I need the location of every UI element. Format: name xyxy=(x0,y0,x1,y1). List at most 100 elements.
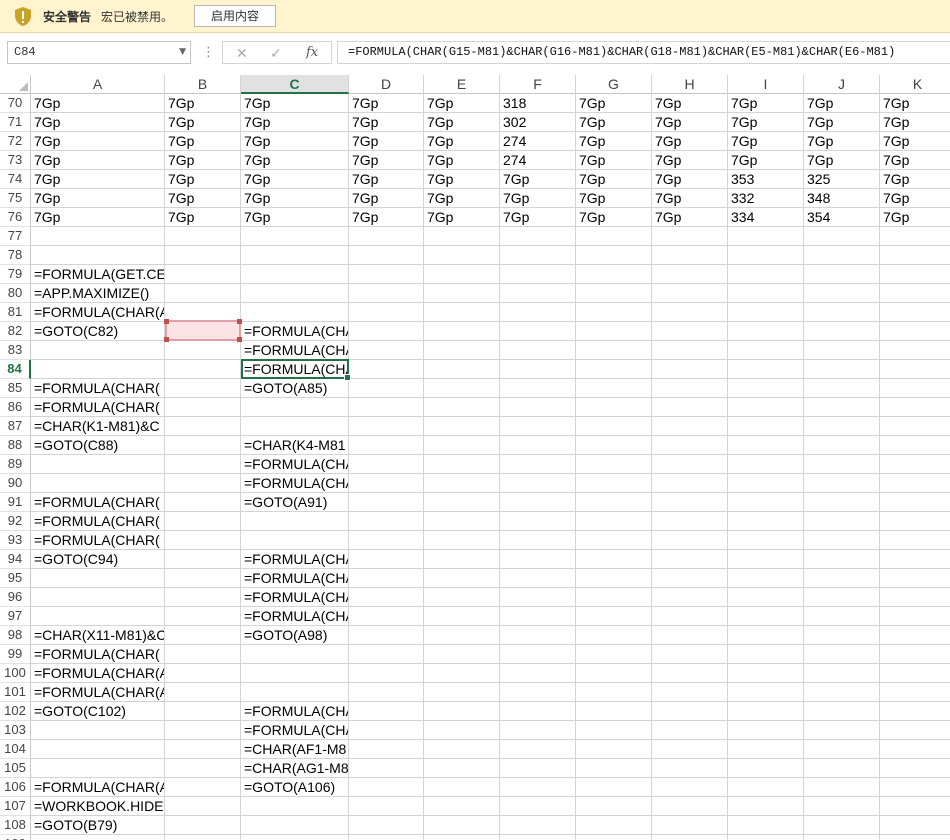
cell-k75[interactable]: 7Gp xyxy=(880,189,950,208)
cell-b101[interactable] xyxy=(165,683,241,702)
cell-j104[interactable] xyxy=(804,740,880,759)
cell-b79[interactable] xyxy=(165,265,241,284)
enable-content-button[interactable]: 启用内容 xyxy=(194,5,276,27)
cell-b100[interactable] xyxy=(165,664,241,683)
cell-e81[interactable] xyxy=(424,303,500,322)
cell-e98[interactable] xyxy=(424,626,500,645)
cell-c92[interactable] xyxy=(241,512,349,531)
cell-h102[interactable] xyxy=(652,702,728,721)
cell-k85[interactable] xyxy=(880,379,950,398)
column-header-e[interactable]: E xyxy=(424,75,500,94)
insert-function-icon[interactable]: fx xyxy=(306,44,318,62)
row-header[interactable]: 88 xyxy=(0,436,31,455)
cell-i97[interactable] xyxy=(728,607,804,626)
cell-f82[interactable] xyxy=(500,322,576,341)
cell-g80[interactable] xyxy=(576,284,652,303)
cell-i78[interactable] xyxy=(728,246,804,265)
row-header[interactable]: 97 xyxy=(0,607,31,626)
cell-a77[interactable] xyxy=(31,227,165,246)
cell-k84[interactable] xyxy=(880,360,950,379)
row-header[interactable]: 107 xyxy=(0,797,31,816)
cell-j108[interactable] xyxy=(804,816,880,835)
cell-g96[interactable] xyxy=(576,588,652,607)
cell-d80[interactable] xyxy=(349,284,424,303)
cell-f102[interactable] xyxy=(500,702,576,721)
row-header[interactable]: 70 xyxy=(0,94,31,113)
selection-handle[interactable] xyxy=(237,319,242,324)
cell-k97[interactable] xyxy=(880,607,950,626)
cell-k96[interactable] xyxy=(880,588,950,607)
cell-e95[interactable] xyxy=(424,569,500,588)
cell-f71[interactable]: 302 xyxy=(500,113,576,132)
cell-i104[interactable] xyxy=(728,740,804,759)
cell-b86[interactable] xyxy=(165,398,241,417)
cell-c95[interactable]: =FORMULA(CHA xyxy=(241,569,349,588)
cell-j99[interactable] xyxy=(804,645,880,664)
cell-c76[interactable]: 7Gp xyxy=(241,208,349,227)
row-header[interactable]: 103 xyxy=(0,721,31,740)
cell-e70[interactable]: 7Gp xyxy=(424,94,500,113)
cell-c86[interactable] xyxy=(241,398,349,417)
cell-g75[interactable]: 7Gp xyxy=(576,189,652,208)
cell-f89[interactable] xyxy=(500,455,576,474)
row-header[interactable]: 79 xyxy=(0,265,31,284)
cell-k104[interactable] xyxy=(880,740,950,759)
cell-d103[interactable] xyxy=(349,721,424,740)
cell-g76[interactable]: 7Gp xyxy=(576,208,652,227)
cell-h107[interactable] xyxy=(652,797,728,816)
cell-e91[interactable] xyxy=(424,493,500,512)
cell-j73[interactable]: 7Gp xyxy=(804,151,880,170)
cell-k101[interactable] xyxy=(880,683,950,702)
cell-c108[interactable] xyxy=(241,816,349,835)
cell-g89[interactable] xyxy=(576,455,652,474)
cell-d107[interactable] xyxy=(349,797,424,816)
row-header[interactable]: 71 xyxy=(0,113,31,132)
cell-h105[interactable] xyxy=(652,759,728,778)
cell-k91[interactable] xyxy=(880,493,950,512)
cell-a107[interactable]: =WORKBOOK.HIDE xyxy=(31,797,165,816)
cell-k88[interactable] xyxy=(880,436,950,455)
cell-b108[interactable] xyxy=(165,816,241,835)
cell-c97[interactable]: =FORMULA(CHA xyxy=(241,607,349,626)
cell-f72[interactable]: 274 xyxy=(500,132,576,151)
cell-k81[interactable] xyxy=(880,303,950,322)
cell-i83[interactable] xyxy=(728,341,804,360)
cell-g70[interactable]: 7Gp xyxy=(576,94,652,113)
column-header-d[interactable]: D xyxy=(349,75,424,94)
cell-b102[interactable] xyxy=(165,702,241,721)
cell-c82[interactable]: =FORMULA(CHA xyxy=(241,322,349,341)
cell-c80[interactable] xyxy=(241,284,349,303)
cell-c72[interactable]: 7Gp xyxy=(241,132,349,151)
cell-a106[interactable]: =FORMULA(CHAR(A xyxy=(31,778,165,797)
cell-j88[interactable] xyxy=(804,436,880,455)
cell-k100[interactable] xyxy=(880,664,950,683)
cell-c103[interactable]: =FORMULA(CHA xyxy=(241,721,349,740)
cell-k82[interactable] xyxy=(880,322,950,341)
cell-b91[interactable] xyxy=(165,493,241,512)
cell-b94[interactable] xyxy=(165,550,241,569)
cell-f86[interactable] xyxy=(500,398,576,417)
cell-e78[interactable] xyxy=(424,246,500,265)
cell-j100[interactable] xyxy=(804,664,880,683)
cell-b104[interactable] xyxy=(165,740,241,759)
cell-h96[interactable] xyxy=(652,588,728,607)
cell-i107[interactable] xyxy=(728,797,804,816)
cell-h86[interactable] xyxy=(652,398,728,417)
cell-c79[interactable] xyxy=(241,265,349,284)
cell-c106[interactable]: =GOTO(A106) xyxy=(241,778,349,797)
column-header-i[interactable]: I xyxy=(728,75,804,94)
cell-i72[interactable]: 7Gp xyxy=(728,132,804,151)
cell-e101[interactable] xyxy=(424,683,500,702)
cell-e79[interactable] xyxy=(424,265,500,284)
cell-d99[interactable] xyxy=(349,645,424,664)
cell-h100[interactable] xyxy=(652,664,728,683)
cell-a83[interactable] xyxy=(31,341,165,360)
cell-h82[interactable] xyxy=(652,322,728,341)
row-header[interactable]: 104 xyxy=(0,740,31,759)
cell-g74[interactable]: 7Gp xyxy=(576,170,652,189)
cell-e72[interactable]: 7Gp xyxy=(424,132,500,151)
cell-g85[interactable] xyxy=(576,379,652,398)
cell-i70[interactable]: 7Gp xyxy=(728,94,804,113)
cell-j95[interactable] xyxy=(804,569,880,588)
cell-e77[interactable] xyxy=(424,227,500,246)
